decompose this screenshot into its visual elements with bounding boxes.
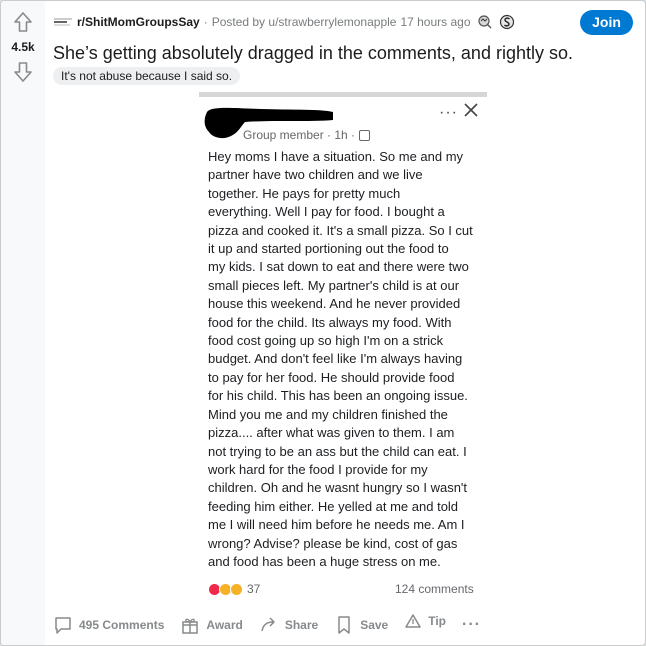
poster-role-text: Group member · 1h · (243, 128, 356, 142)
post-body-line: house this weekend. And he never provide… (208, 296, 461, 312)
comment-icon (55, 617, 71, 634)
separator: · (203, 15, 208, 29)
save-button[interactable]: Save (334, 615, 388, 635)
post-time: 17 hours ago (400, 15, 471, 29)
posted-by[interactable]: Posted by u/strawberrylemonapple (212, 15, 397, 29)
post-body-line: pizza and cooked it. It's a small pizza.… (208, 222, 473, 238)
more-actions-button[interactable]: ··· (462, 616, 481, 634)
subreddit-icon (54, 18, 72, 26)
award-button[interactable]: Award (180, 615, 243, 635)
post-body-line: feeding him either. He yelled at me and … (208, 498, 459, 514)
post-flair[interactable]: It's not abuse because I said so. (53, 67, 241, 85)
post-body-line: and food has been a huge stress on me. (208, 553, 441, 569)
reactions: 37 (208, 582, 260, 596)
post-body-line: not trying to be an ass but the child ca… (208, 443, 467, 459)
post-body-line: it up and started portioning out the foo… (208, 241, 449, 257)
post-body-line: partner have two children and we live (208, 167, 423, 183)
post-body-line: food cost going up so high I'm on a stri… (208, 333, 444, 349)
share-icon (261, 617, 275, 632)
reaction-count: 37 (247, 582, 261, 596)
post-body-line: children. Oh and he wasnt hungry so I wa… (208, 480, 468, 496)
silver-award-icon (499, 14, 514, 30)
join-button[interactable]: Join (580, 10, 633, 35)
share-button[interactable]: Share (259, 615, 318, 635)
vote-column: 4.5k (1, 1, 45, 645)
post-image[interactable]: Group member · 1h · ··· Hey moms I have … (199, 92, 487, 602)
image-top-bar (199, 92, 487, 97)
downvote-icon[interactable] (13, 61, 33, 83)
sad-reaction-icon (230, 582, 243, 596)
post-body-line: to pay for her food. He should provide f… (208, 369, 455, 385)
group-icon (359, 129, 371, 141)
share-label: Share (284, 618, 319, 632)
post-body-line: Hey moms I have a situation. So me and m… (208, 149, 464, 164)
action-bar: 495 Comments Award Share Save Tip ··· (53, 613, 497, 637)
post-body-line: my kids. I sat down to eat and there wer… (208, 259, 469, 275)
bookmark-icon (338, 616, 350, 634)
award-badge-icon (477, 15, 492, 29)
post-body-line: pizza.... after what was given to them. … (208, 425, 455, 441)
post-card: 4.5k r/ShitMomGroupsSay · Posted by u/st… (0, 0, 646, 646)
vote-count: 4.5k (11, 40, 35, 54)
post-body-line: budget. And don't feel like I'm always h… (208, 351, 463, 367)
post-body-line: everything. Well I pay for food. I bough… (208, 204, 445, 220)
tip-button[interactable]: Tip (404, 613, 446, 629)
award-label: Award (206, 618, 243, 632)
subreddit-link[interactable]: r/ShitMomGroupsSay (77, 15, 200, 29)
post-body-line: together. He pays for pretty much (208, 185, 401, 201)
tip-label: Tip (428, 614, 447, 628)
post-body-line: work hard for the food I provide for my (208, 461, 428, 477)
comments-label: 495 Comments (79, 618, 165, 632)
tip-icon (405, 614, 421, 628)
post-body-line: Mind you me and my children finished the (208, 406, 448, 422)
save-label: Save (360, 618, 389, 632)
post-body-line: for his child. This has been an ongoing … (208, 388, 468, 404)
poster-role: Group member · 1h · (243, 128, 371, 142)
post-body-line: me I will need him before he needs me. A… (208, 517, 465, 533)
more-options-icon[interactable]: ··· (439, 104, 458, 122)
upvote-icon[interactable] (13, 11, 33, 33)
post-meta: r/ShitMomGroupsSay · Posted by u/strawbe… (53, 13, 515, 31)
gift-icon (182, 618, 199, 634)
close-icon[interactable] (463, 102, 479, 118)
comments-button[interactable]: 495 Comments (53, 615, 164, 635)
post-body-line: small pieces left. My partner's child is… (208, 277, 460, 293)
post-title[interactable]: She’s getting absolutely dragged in the … (53, 43, 573, 64)
more-actions-icon: ··· (462, 616, 481, 633)
post-body-line: wrong? Advise? please be kind, cost of g… (208, 535, 458, 551)
post-body-text: Hey moms I have a situation. So me and m… (208, 148, 484, 571)
post-body-line: food for the child. Its always my food. … (208, 314, 452, 330)
screenshot-comment-count: 124 comments (395, 582, 474, 596)
